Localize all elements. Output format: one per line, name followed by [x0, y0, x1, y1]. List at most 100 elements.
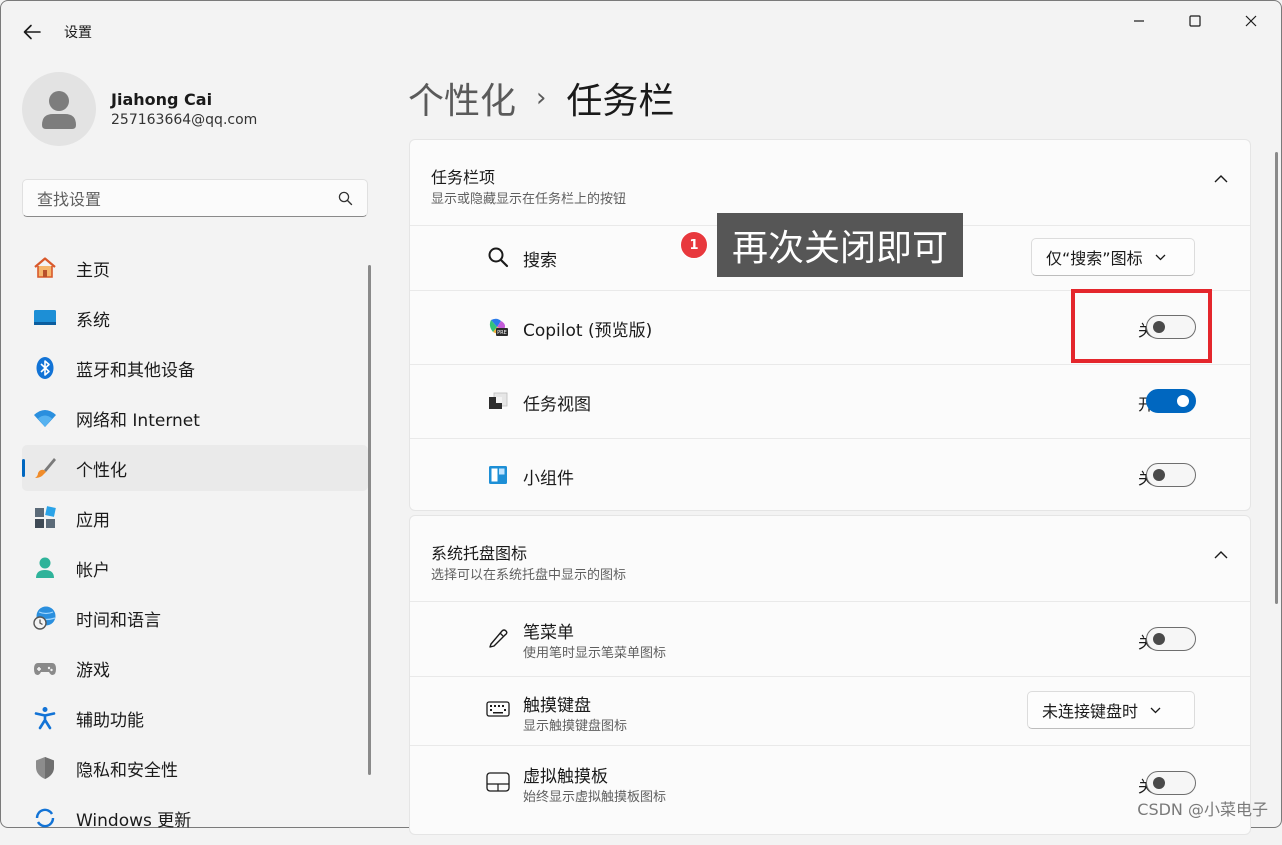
widgets-icon [486, 463, 510, 487]
pen-menu-toggle[interactable] [1146, 627, 1196, 651]
setting-row-task-view: 任务视图 开 [410, 364, 1250, 438]
annotation-callout: 再次关闭即可 [717, 213, 963, 277]
dropdown-value: 未连接键盘时 [1042, 702, 1139, 721]
search-icon [486, 245, 510, 269]
sidebar-scrollbar[interactable] [368, 265, 371, 775]
dropdown-value: 仅“搜索”图标 [1046, 249, 1143, 268]
active-indicator [22, 459, 25, 477]
chevron-up-icon[interactable] [1214, 550, 1228, 559]
breadcrumb-parent[interactable]: 个性化 [408, 72, 516, 124]
breadcrumb: 个性化 › 任务栏 [408, 72, 674, 124]
section-title: 任务栏项 [431, 168, 496, 187]
bluetooth-icon [36, 357, 54, 379]
chevron-down-icon [1155, 254, 1166, 260]
svg-text:PRE: PRE [497, 330, 507, 336]
sidebar-item-accounts[interactable]: 帐户 [22, 545, 368, 591]
system-icon [34, 310, 56, 325]
user-icon [42, 91, 76, 129]
setting-row-widgets: 小组件 关 [410, 438, 1250, 512]
section-title: 系统托盘图标 [431, 544, 528, 563]
sidebar-item-system[interactable]: 系统 [22, 295, 368, 341]
sidebar-item-gaming[interactable]: 游戏 [22, 645, 368, 691]
accessibility-icon [34, 707, 56, 730]
gamepad-icon [34, 663, 56, 675]
sidebar-item-label: 应用 [76, 510, 110, 531]
chevron-down-icon [1150, 707, 1161, 713]
watermark: CSDN @小菜电子 [1137, 800, 1268, 819]
sidebar-item-label: 系统 [76, 310, 110, 331]
toggle-knob [1177, 395, 1189, 407]
setting-row-virtual-touchpad: 虚拟触摸板 始终显示虚拟触摸板图标 关 [410, 745, 1250, 820]
sidebar-item-network[interactable]: 网络和 Internet [22, 395, 368, 441]
search-mode-dropdown[interactable]: 仅“搜索”图标 [1031, 238, 1195, 276]
minimize-button[interactable] [1116, 8, 1162, 34]
setting-description: 始终显示虚拟触摸板图标 [523, 790, 667, 805]
setting-row-pen-menu: 笔菜单 使用笔时显示笔菜单图标 关 [410, 601, 1250, 676]
keyboard-icon [486, 697, 510, 721]
sidebar-item-apps[interactable]: 应用 [22, 495, 368, 541]
copilot-icon: PRE [486, 315, 510, 339]
setting-description: 使用笔时显示笔菜单图标 [523, 646, 667, 661]
setting-description: 显示触摸键盘图标 [523, 719, 628, 734]
sidebar-item-accessibility[interactable]: 辅助功能 [22, 695, 368, 741]
wifi-icon [34, 410, 56, 427]
section-subtitle: 显示或隐藏显示在任务栏上的按钮 [431, 192, 627, 207]
search-box[interactable] [22, 179, 368, 217]
user-email: 257163664@qq.com [111, 112, 258, 128]
sidebar-item-label: 主页 [76, 260, 110, 281]
sidebar-item-windows-update[interactable]: Windows 更新 [22, 795, 368, 841]
account-icon [36, 557, 54, 578]
sidebar-item-label: 辅助功能 [76, 710, 144, 731]
back-button[interactable] [14, 18, 50, 46]
search-input[interactable] [35, 187, 329, 211]
sidebar-item-personalization[interactable]: 个性化 [22, 445, 368, 491]
touch-keyboard-dropdown[interactable]: 未连接键盘时 [1027, 691, 1195, 729]
time-language-icon [33, 606, 56, 630]
maximize-button[interactable] [1172, 8, 1218, 34]
page-title: 任务栏 [566, 81, 675, 122]
apps-icon [35, 506, 56, 528]
close-button[interactable] [1228, 8, 1274, 34]
shield-icon [36, 757, 54, 779]
back-arrow-icon [23, 24, 41, 40]
sidebar-item-label: 时间和语言 [76, 610, 161, 631]
setting-label: Copilot (预览版) [523, 321, 653, 341]
touchpad-icon [486, 770, 510, 794]
sidebar-item-home[interactable]: 主页 [22, 245, 368, 291]
breadcrumb-separator: › [536, 83, 547, 113]
virtual-touchpad-toggle[interactable] [1146, 771, 1196, 795]
setting-label: 虚拟触摸板 [523, 767, 608, 787]
sidebar-item-label: Windows 更新 [76, 810, 192, 831]
sidebar-item-bluetooth[interactable]: 蓝牙和其他设备 [22, 345, 368, 391]
sidebar-item-time-language[interactable]: 时间和语言 [22, 595, 368, 641]
setting-label: 搜索 [523, 251, 557, 271]
brush-icon [35, 458, 56, 478]
windows-update-icon [35, 808, 55, 828]
sidebar-item-label: 网络和 Internet [76, 410, 200, 431]
tray-icons-card: 系统托盘图标 选择可以在系统托盘中显示的图标 笔菜单 使用笔时显示笔菜单图标 关… [409, 515, 1251, 835]
sidebar-item-privacy[interactable]: 隐私和安全性 [22, 745, 368, 791]
search-icon[interactable] [338, 191, 353, 210]
maximize-icon [1189, 15, 1201, 27]
sidebar-item-label: 游戏 [76, 660, 110, 681]
section-subtitle: 选择可以在系统托盘中显示的图标 [431, 568, 627, 583]
pen-icon [486, 626, 510, 650]
sidebar-item-label: 蓝牙和其他设备 [76, 360, 195, 381]
setting-row-touch-keyboard: 触摸键盘 显示触摸键盘图标 未连接键盘时 [410, 676, 1250, 745]
sidebar-item-label: 隐私和安全性 [76, 760, 178, 781]
main-scrollbar[interactable] [1275, 152, 1278, 604]
minimize-icon [1134, 20, 1144, 22]
chevron-up-icon[interactable] [1214, 174, 1228, 183]
annotation-highlight-frame [1071, 289, 1212, 363]
widgets-toggle[interactable] [1146, 463, 1196, 487]
setting-label: 笔菜单 [523, 623, 574, 643]
avatar[interactable] [22, 72, 96, 146]
sidebar-nav: 主页 系统 蓝牙和其他设备 网络和 Internet 个性化 应用 帐户 时间和… [22, 245, 368, 845]
toggle-knob [1153, 633, 1165, 645]
task-view-toggle[interactable] [1146, 389, 1196, 413]
toggle-knob [1153, 469, 1165, 481]
close-icon [1245, 15, 1257, 27]
task-view-icon [486, 389, 510, 413]
tray-icons-header[interactable]: 系统托盘图标 选择可以在系统托盘中显示的图标 [410, 516, 1250, 601]
sidebar-item-label: 个性化 [76, 460, 127, 481]
